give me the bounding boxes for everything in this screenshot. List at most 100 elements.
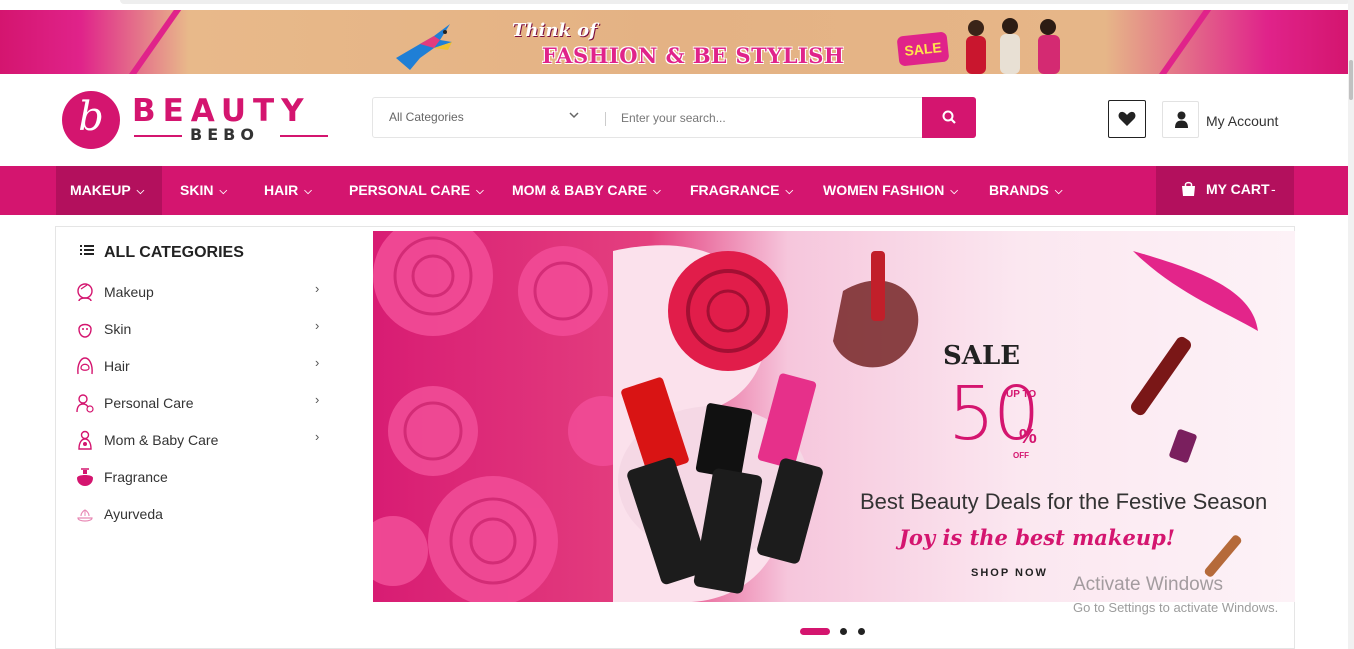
divider (605, 112, 606, 126)
sidebar-item-fragrance[interactable]: Fragrance (75, 465, 335, 489)
page-scrollbar[interactable] (1348, 0, 1354, 649)
hero-tagline: Joy is the best makeup! (899, 525, 1175, 550)
nav-item-makeup[interactable]: MAKEUP ⌵ (56, 166, 162, 215)
chevron-right-icon: › (315, 318, 320, 333)
all-categories-title: ALL CATEGORIES (104, 244, 244, 261)
banner-stripe (1148, 10, 1218, 74)
brand-logo[interactable]: b BEAUTY BEBO (62, 89, 332, 149)
chevron-right-icon: › (315, 355, 320, 370)
promo-banner[interactable]: Think of FASHION & BE STYLISH SALE (0, 10, 1348, 74)
nav-item-personal-care[interactable]: PERSONAL CARE ⌵ (349, 166, 484, 215)
windows-watermark-subtitle: Go to Settings to activate Windows. (1073, 600, 1279, 615)
list-icon (80, 245, 94, 255)
main-nav: MAKEUP ⌵ SKIN ⌵ HAIR ⌵ PERSONAL CARE ⌵ MOM &… (0, 166, 1348, 215)
sale-badge: SALE (896, 31, 950, 67)
cart-label: MY CART (1206, 181, 1270, 197)
sidebar-item-label: Skin (104, 321, 132, 337)
sidebar-item-label: Ayurveda (104, 506, 163, 522)
search-input[interactable] (621, 104, 911, 132)
chevron-down-icon: ⌵ (476, 186, 484, 197)
sidebar-item-label: Hair (104, 358, 130, 374)
nav-label: BRANDS (989, 182, 1049, 198)
search-icon (942, 110, 956, 124)
sidebar-item-makeup[interactable]: Makeup › (75, 280, 335, 304)
site-header: b BEAUTY BEBO All Categories My Account (0, 74, 1348, 166)
mom-baby-icon (78, 430, 92, 450)
cart-count: - (1271, 181, 1276, 197)
makeup-icon (77, 283, 93, 302)
carousel-dot-active[interactable] (800, 628, 830, 635)
sidebar-item-label: Mom & Baby Care (104, 432, 219, 448)
account-label[interactable]: My Account (1206, 113, 1278, 129)
category-select[interactable]: All Categories (389, 110, 464, 124)
shop-now-link[interactable]: SHOP NOW (971, 567, 1048, 579)
account-button[interactable] (1162, 101, 1199, 138)
personal-care-icon (76, 394, 94, 413)
user-icon (1175, 111, 1188, 128)
shopping-bag-icon (1182, 181, 1195, 196)
nav-item-women-fashion[interactable]: WOMEN FASHION ⌵ (823, 166, 958, 215)
chevron-down-icon: ⌵ (219, 186, 228, 197)
hummingbird-icon (396, 24, 452, 70)
models-image (966, 18, 1060, 74)
nav-label: SKIN (180, 182, 214, 198)
scrollbar-thumb[interactable] (1349, 60, 1353, 100)
ayurveda-icon (77, 509, 93, 522)
banner-think-text: Think of (512, 20, 597, 41)
nav-label: PERSONAL CARE (349, 182, 471, 198)
nav-item-fragrance[interactable]: FRAGRANCE ⌵ (690, 166, 793, 215)
cart-button[interactable]: MY CART - (1156, 166, 1294, 215)
nav-item-mom-baby-care[interactable]: MOM & BABY CARE ⌵ (512, 166, 661, 215)
chevron-down-icon: ⌵ (304, 186, 312, 197)
chevron-right-icon: › (315, 429, 320, 444)
banner-stripe (118, 10, 188, 74)
windows-watermark-title: Activate Windows (1073, 574, 1223, 595)
heart-icon (1118, 111, 1136, 126)
sidebar-item-label: Makeup (104, 284, 154, 300)
perfume-icon (77, 468, 93, 486)
search-button[interactable] (922, 97, 976, 138)
chevron-down-icon: ⌵ (1054, 186, 1063, 197)
chevron-down-icon[interactable] (568, 108, 580, 124)
nav-label: MAKEUP (70, 182, 131, 198)
hero-deals-text: Best Beauty Deals for the Festive Season (860, 489, 1268, 514)
logo-word-beauty: BEAUTY (132, 93, 311, 129)
hero-sale: SALE (943, 341, 1021, 371)
nav-label: WOMEN FASHION (823, 182, 945, 198)
chevron-right-icon: › (315, 281, 320, 296)
chevron-right-icon: › (315, 392, 320, 407)
nav-label: HAIR (264, 182, 299, 198)
carousel-dot[interactable] (858, 628, 865, 635)
sidebar-item-label: Fragrance (104, 469, 168, 485)
hair-icon (77, 357, 93, 375)
sidebar-item-personal-care[interactable]: Personal Care › (75, 391, 335, 415)
chevron-down-icon: ⌵ (653, 186, 661, 197)
search-bar: All Categories (372, 97, 976, 138)
nav-item-skin[interactable]: SKIN ⌵ (180, 166, 227, 215)
chevron-down-icon: ⌵ (136, 186, 145, 197)
hero-off: OFF (1013, 451, 1029, 460)
logo-rule (280, 135, 328, 137)
sidebar-item-ayurveda[interactable]: Ayurveda (75, 502, 335, 526)
chevron-down-icon: ⌵ (950, 186, 958, 197)
nav-item-brands[interactable]: BRANDS ⌵ (989, 166, 1062, 215)
skin-icon (78, 323, 92, 338)
nav-label: MOM & BABY CARE (512, 182, 648, 198)
logo-rule (134, 135, 182, 137)
browser-edge (120, 0, 1350, 4)
sidebar-item-skin[interactable]: Skin › (75, 317, 335, 341)
all-categories-heading: ALL CATEGORIES (80, 244, 244, 262)
nav-item-hair[interactable]: HAIR ⌵ (264, 166, 312, 215)
top-strip (0, 0, 1354, 10)
hero-upto: UP TO (1006, 389, 1037, 400)
sidebar-item-label: Personal Care (104, 395, 194, 411)
chevron-down-icon: ⌵ (785, 186, 794, 197)
wishlist-button[interactable] (1108, 100, 1146, 138)
sidebar-item-hair[interactable]: Hair › (75, 354, 335, 378)
carousel-dot[interactable] (840, 628, 847, 635)
logo-word-bebo: BEBO (190, 125, 259, 144)
sidebar-item-mom-baby-care[interactable]: Mom & Baby Care › (75, 428, 335, 452)
hero-slide[interactable]: SALE 50 UP TO % OFF Best Beauty Deals fo… (373, 231, 1295, 602)
carousel-dots (800, 628, 870, 636)
logo-mark: b (62, 91, 120, 149)
